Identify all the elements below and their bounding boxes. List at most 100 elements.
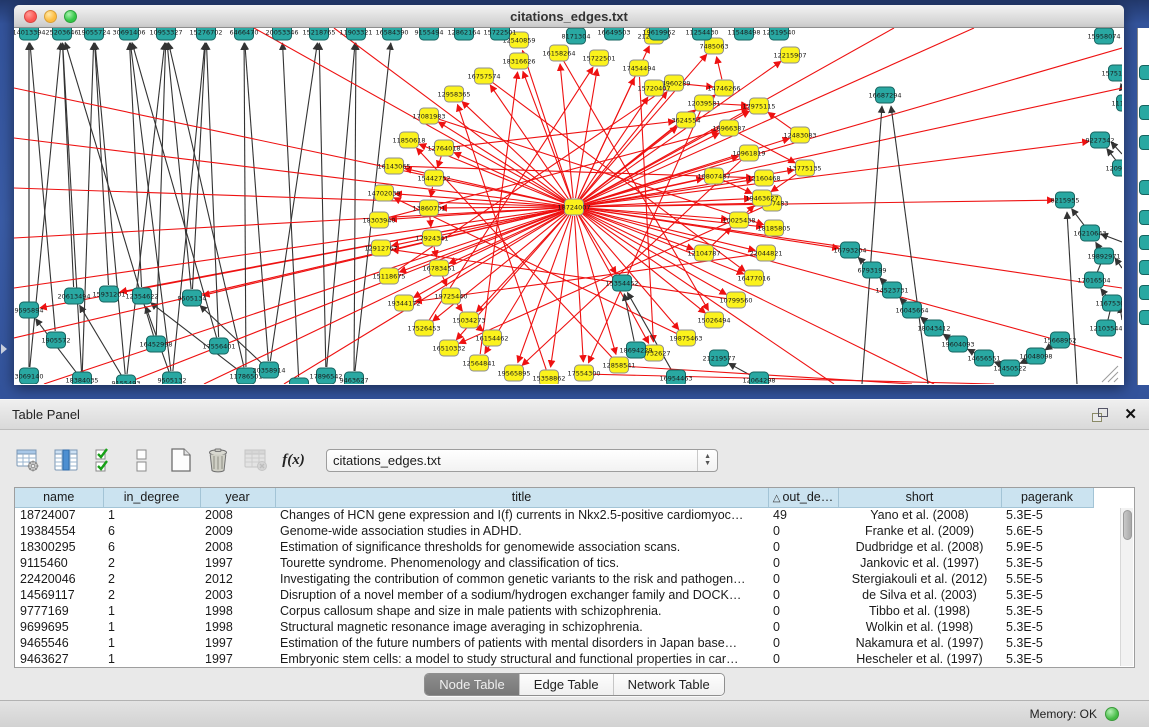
network-node[interactable] [1139, 105, 1149, 120]
clear-selection-icon[interactable] [128, 446, 155, 474]
cell-pagerank: 5.3E-5 [1001, 587, 1093, 603]
network-node-label: 16757574 [467, 72, 500, 80]
network-node-label: 19875463 [669, 334, 702, 342]
network-node-label: 17975115 [742, 102, 775, 110]
column-header-year[interactable]: year [200, 488, 275, 507]
table-settings-icon[interactable] [14, 446, 41, 474]
network-edge [518, 215, 571, 362]
table-row[interactable]: 946554611997Estimation of the future num… [15, 635, 1122, 651]
cell-out_de: 49 [768, 507, 838, 523]
network-node-label: 11850618 [392, 136, 425, 144]
network-node-label: 18694229 [619, 346, 652, 354]
window-resize-grip-icon[interactable] [1114, 378, 1118, 382]
memory-status-indicator-icon[interactable] [1105, 707, 1119, 721]
network-node[interactable] [1139, 285, 1149, 300]
network-edge [168, 43, 243, 368]
network-node-label: 16452998 [139, 340, 172, 348]
table-row[interactable]: 969969511998Structural magnetic resonanc… [15, 619, 1122, 635]
table-header-row[interactable]: namein_degreeyeartitle△out_de…shortpager… [15, 488, 1122, 507]
network-node-label: 9505134 [178, 294, 207, 302]
cell-out_de: 0 [768, 523, 838, 539]
cell-short: Franke et al. (2009) [838, 523, 1001, 539]
column-header-pagerank[interactable]: pagerank [1001, 488, 1093, 507]
network-window[interactable]: citations_edges.txt 18724007161582641572… [14, 5, 1124, 385]
network-node[interactable] [1139, 260, 1149, 275]
tab-node-table[interactable]: Node Table [425, 674, 519, 695]
network-node-label: 22044821 [749, 249, 782, 257]
network-edge [283, 43, 299, 377]
network-node-label: 17556401 [202, 342, 235, 350]
network-edge [14, 207, 574, 338]
network-node-label: 9463627 [340, 376, 369, 384]
column-header-out_de[interactable]: △out_de… [768, 488, 838, 507]
network-node[interactable] [1139, 180, 1149, 195]
network-node-label: 12160468 [747, 174, 780, 182]
cell-year: 1998 [200, 603, 275, 619]
network-edge [192, 43, 205, 289]
network-node-label: 16045664 [895, 306, 928, 314]
table-row[interactable]: 911546021997Tourette syndrome. Phenomeno… [15, 555, 1122, 571]
table-row[interactable]: 1830029562008Estimation of significance … [15, 539, 1122, 555]
network-node-label: 12483083 [783, 131, 816, 139]
tab-edge-table[interactable]: Edge Table [519, 674, 613, 695]
network-node-label: 15218765 [302, 28, 335, 36]
network-node-label: 21219577 [702, 354, 735, 362]
network-graph: 1872400716158264157225011745449414960289… [14, 28, 1122, 384]
tab-network-table[interactable]: Network Table [613, 674, 724, 695]
sort-ascending-icon: △ [773, 493, 781, 504]
network-node-label: 12958365 [437, 90, 470, 98]
network-node-label: 10953327 [149, 28, 182, 36]
table-scrollbar[interactable] [1120, 508, 1133, 666]
network-node-label: 19619962 [642, 28, 675, 36]
table-panel-title: Table Panel [12, 407, 1092, 422]
column-header-name[interactable]: name [15, 488, 103, 507]
table-row[interactable]: 1456911722003Disruption of a novel membe… [15, 587, 1122, 603]
network-node-label: 11254430 [685, 28, 718, 36]
panel-collapse-arrow-icon[interactable] [1, 344, 7, 354]
column-header-title[interactable]: title [275, 488, 768, 507]
window-resize-grip-icon[interactable] [1108, 372, 1118, 382]
network-node-label: 12064298 [742, 376, 775, 384]
table-row[interactable]: 1872400712008Changes of HCN gene express… [15, 507, 1122, 523]
table-selector-value: citations_edges.txt [333, 453, 697, 468]
cell-name: 18724007 [15, 507, 103, 523]
float-panel-icon[interactable] [1092, 408, 1108, 422]
table-row[interactable]: 1938455462009Genome-wide association stu… [15, 523, 1122, 539]
table-selector-dropdown[interactable]: citations_edges.txt ▲▼ [326, 449, 718, 472]
network-node-label: 14013394 [14, 28, 46, 36]
network-node-label: 14702039 [367, 189, 400, 197]
column-header-short[interactable]: short [838, 488, 1001, 507]
network-node-label: 25203646 [45, 28, 78, 36]
network-node-label: 15276702 [189, 28, 222, 36]
cell-in_degree: 6 [103, 523, 200, 539]
column-visibility-icon[interactable] [52, 446, 79, 474]
cell-pagerank: 5.9E-5 [1001, 539, 1093, 555]
table-row[interactable]: 946362711997Embryonic stem cells: a mode… [15, 651, 1122, 667]
table-row[interactable]: 977716911998Corpus callosum shape and si… [15, 603, 1122, 619]
cell-year: 2008 [200, 539, 275, 555]
memory-status-label: Memory: OK [1030, 707, 1097, 721]
network-node[interactable] [1139, 65, 1149, 80]
network-edge [130, 43, 171, 371]
network-node[interactable] [1139, 135, 1149, 150]
cell-in_degree: 1 [103, 635, 200, 651]
network-window-titlebar[interactable]: citations_edges.txt [14, 5, 1124, 28]
new-column-icon[interactable] [166, 446, 193, 474]
network-node-label: 19344172 [387, 299, 420, 307]
table-scrollbar-thumb[interactable] [1123, 510, 1132, 540]
network-node[interactable] [1139, 210, 1149, 225]
background-network-window[interactable] [1137, 28, 1149, 385]
table-tabs: Node TableEdge TableNetwork Table [0, 673, 1149, 696]
network-edge [574, 48, 1122, 207]
function-builder-icon[interactable]: f(x) [280, 446, 307, 474]
network-edge [582, 133, 719, 203]
select-all-icon[interactable] [90, 446, 117, 474]
delete-column-icon[interactable] [204, 446, 231, 474]
network-canvas[interactable]: 1872400716158264157225011745449414960289… [14, 28, 1122, 384]
close-panel-icon[interactable]: ✕ [1124, 407, 1137, 422]
network-node[interactable] [1139, 235, 1149, 250]
table-row[interactable]: 2242004622012Investigating the contribut… [15, 571, 1122, 587]
network-node-label: 15442752 [417, 174, 450, 182]
network-node[interactable] [1139, 310, 1149, 325]
column-header-in_degree[interactable]: in_degree [103, 488, 200, 507]
